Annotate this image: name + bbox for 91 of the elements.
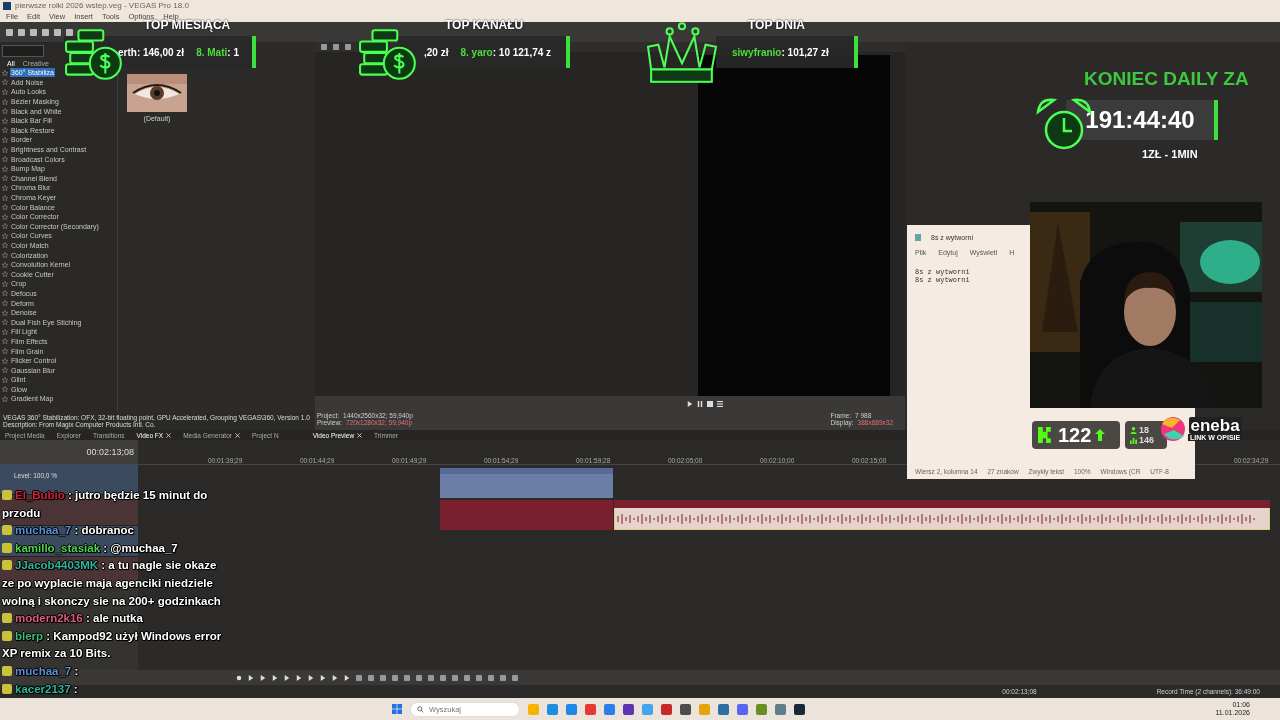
timecode: 00:02:13;08 bbox=[0, 440, 138, 464]
badge-icon bbox=[2, 613, 12, 624]
badge-icon bbox=[2, 683, 12, 694]
chat-message: muchaa_7 : dobranoc bbox=[2, 522, 228, 540]
star-icon[interactable] bbox=[2, 348, 8, 354]
leaderboard-title: TOP KANAŁU bbox=[445, 18, 524, 32]
leaderboard-entry: 8. yaro: 10 121,74 z bbox=[460, 46, 552, 58]
star-icon[interactable] bbox=[2, 184, 8, 191]
star-icon[interactable] bbox=[2, 117, 8, 124]
star-icon[interactable] bbox=[2, 396, 8, 402]
star-icon[interactable] bbox=[2, 386, 8, 393]
star-icon[interactable] bbox=[2, 98, 8, 105]
star-icon[interactable] bbox=[2, 127, 8, 134]
rate-label: 1ZŁ - 1MIN bbox=[1142, 148, 1198, 160]
countdown-time: 191:44:40 bbox=[1085, 106, 1195, 134]
star-icon[interactable] bbox=[2, 290, 8, 297]
star-icon[interactable] bbox=[2, 175, 8, 182]
leaderboard-entry: siwyfranio: 101,27 zł bbox=[732, 46, 829, 58]
star-icon[interactable] bbox=[2, 319, 8, 326]
app-icon[interactable] bbox=[794, 703, 805, 715]
star-icon[interactable] bbox=[2, 89, 8, 95]
badge-icon bbox=[2, 665, 12, 676]
close-icon[interactable] bbox=[166, 432, 172, 438]
mascot-icon bbox=[1158, 414, 1188, 444]
star-icon[interactable] bbox=[2, 357, 8, 364]
leaderboard-entry: 8. Mati: 1 bbox=[196, 46, 239, 58]
star-icon[interactable] bbox=[2, 69, 8, 76]
stat-count: 146 bbox=[1139, 435, 1155, 445]
person-icon bbox=[1130, 426, 1137, 434]
star-icon[interactable] bbox=[2, 232, 8, 239]
record-icon[interactable] bbox=[236, 674, 242, 681]
chat-message: blerp : Kampod92 użył Windows error XP remix za 10 Bits. bbox=[2, 628, 223, 662]
play-icon[interactable] bbox=[272, 674, 278, 681]
leaderboard-entry: erth: 146,00 zł bbox=[118, 46, 185, 58]
window-title: pierwsze rolki 2026 wstep.veg - VEGAS Pro 18.0 bbox=[15, 1, 189, 10]
kick-logo-icon bbox=[1038, 427, 1054, 443]
close-icon[interactable] bbox=[234, 432, 240, 438]
leaderboard-title: TOP DNIA bbox=[748, 18, 805, 32]
badge-icon bbox=[2, 630, 12, 641]
star-icon[interactable] bbox=[2, 252, 8, 259]
play-icon[interactable] bbox=[687, 401, 693, 407]
audio-clip[interactable] bbox=[440, 500, 613, 530]
star-icon[interactable] bbox=[2, 156, 8, 163]
badge-icon bbox=[2, 490, 12, 500]
app-icon[interactable] bbox=[680, 703, 691, 715]
chat-message: JJacob4403MK : a tu nagle sie okaze ze po wyplacie maja agenciki niedziele wolną i skonczy sie na 200+ godzinkach bbox=[2, 558, 222, 609]
app-logo-icon bbox=[3, 1, 11, 10]
star-icon[interactable] bbox=[2, 204, 8, 211]
sponsor-name: eneba bbox=[1188, 417, 1242, 434]
star-icon[interactable] bbox=[2, 242, 8, 249]
star-icon[interactable] bbox=[2, 165, 8, 172]
badge-icon bbox=[2, 560, 12, 571]
star-icon[interactable] bbox=[2, 300, 8, 307]
close-icon[interactable] bbox=[357, 432, 363, 438]
chat-message: modern2k16 : ale nutka bbox=[2, 610, 228, 628]
viewer-count: 18 bbox=[1139, 425, 1149, 435]
search-icon bbox=[417, 705, 424, 713]
star-icon[interactable] bbox=[2, 108, 8, 115]
badge-icon bbox=[2, 542, 12, 553]
crown-icon bbox=[646, 22, 718, 84]
star-icon[interactable] bbox=[2, 213, 8, 220]
chat-message: muchaa_7 : bbox=[2, 662, 228, 681]
star-icon[interactable] bbox=[2, 338, 8, 345]
chat-message: El_Bubio : jutro będzie 15 minut do przodu bbox=[2, 488, 209, 521]
star-icon[interactable] bbox=[2, 194, 8, 201]
windows-logo-icon[interactable] bbox=[392, 704, 402, 714]
star-icon[interactable] bbox=[2, 223, 8, 230]
follower-count: 122 bbox=[1058, 423, 1092, 447]
leaderboard-entry: ,20 zł bbox=[424, 46, 449, 58]
star-icon[interactable] bbox=[2, 271, 8, 278]
star-icon[interactable] bbox=[2, 280, 8, 287]
audio-waveform[interactable] bbox=[614, 500, 1270, 530]
video-clip[interactable] bbox=[440, 468, 613, 498]
star-icon[interactable] bbox=[2, 376, 8, 383]
chat-message: kacer2137 : bbox=[2, 680, 228, 699]
countdown-title: KONIEC DAILY ZA bbox=[1084, 68, 1249, 90]
star-icon[interactable] bbox=[2, 367, 8, 374]
star-icon[interactable] bbox=[2, 328, 8, 335]
star-icon[interactable] bbox=[2, 261, 8, 268]
star-icon[interactable] bbox=[2, 79, 8, 86]
star-icon[interactable] bbox=[2, 146, 8, 153]
arrow-up-icon bbox=[1095, 428, 1106, 442]
badge-icon bbox=[2, 525, 12, 536]
star-icon[interactable] bbox=[2, 309, 8, 316]
bar-chart-icon bbox=[1130, 436, 1137, 444]
chat-message: kamillo_stasiak : @muchaa_7 bbox=[2, 539, 228, 558]
app-icon[interactable] bbox=[623, 703, 634, 715]
notepad-icon bbox=[915, 233, 921, 241]
star-icon[interactable] bbox=[2, 136, 8, 143]
menu-icon[interactable] bbox=[717, 401, 723, 407]
search-field[interactable] bbox=[2, 45, 44, 57]
